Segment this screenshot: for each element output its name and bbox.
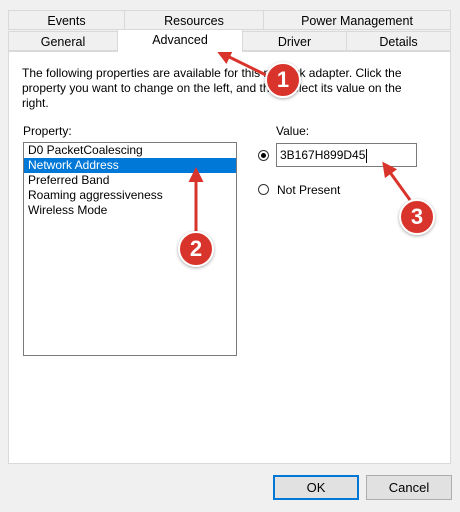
marker-3: 3 xyxy=(399,199,435,235)
not-present-label[interactable]: Not Present xyxy=(277,183,340,197)
tab-driver-label: Driver xyxy=(277,35,312,49)
value-input-text: 3B167H899D45 xyxy=(280,148,366,162)
tab-advanced[interactable]: Advanced xyxy=(117,29,243,52)
value-input[interactable]: 3B167H899D45 xyxy=(276,143,417,167)
tab-general-label: General xyxy=(40,35,86,49)
description-text: The following properties are available f… xyxy=(22,66,402,110)
property-label: Property: xyxy=(23,124,72,138)
not-present-radio[interactable] xyxy=(258,184,269,195)
tab-resources-label: Resources xyxy=(164,14,224,28)
marker-2: 2 xyxy=(178,231,214,267)
marker-1: 1 xyxy=(265,62,301,98)
cancel-button[interactable]: Cancel xyxy=(366,475,452,500)
radio-dot-icon xyxy=(261,153,266,158)
tab-resources[interactable]: Resources xyxy=(124,10,264,30)
tab-power-management[interactable]: Power Management xyxy=(263,10,451,30)
ok-button[interactable]: OK xyxy=(273,475,359,500)
tab-advanced-label: Advanced xyxy=(152,33,208,47)
value-label: Value: xyxy=(276,124,310,138)
tab-general[interactable]: General xyxy=(8,31,118,51)
list-item[interactable]: Roaming aggressiveness xyxy=(24,188,236,203)
list-item-selected[interactable]: Network Address xyxy=(24,158,236,173)
tab-events-label: Events xyxy=(47,14,86,28)
tab-driver[interactable]: Driver xyxy=(242,31,347,51)
text-caret-icon xyxy=(366,148,368,163)
list-item[interactable]: Preferred Band xyxy=(24,173,236,188)
value-radio[interactable] xyxy=(258,150,269,161)
tab-power-management-label: Power Management xyxy=(301,14,413,28)
tab-details[interactable]: Details xyxy=(346,31,451,51)
tab-events[interactable]: Events xyxy=(8,10,125,30)
list-item[interactable]: D0 PacketCoalescing xyxy=(24,143,236,158)
list-item[interactable]: Wireless Mode xyxy=(24,203,236,218)
tab-details-label: Details xyxy=(379,35,418,49)
